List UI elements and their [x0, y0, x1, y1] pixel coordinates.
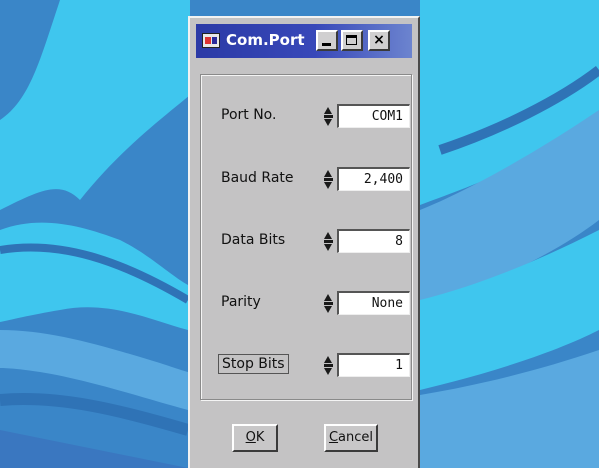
ok-mnemonic: O [245, 430, 256, 445]
port-no-label: Port No. [221, 107, 277, 123]
close-icon: × [373, 32, 385, 48]
port-no-spinner[interactable] [324, 106, 333, 127]
spin-up-icon[interactable] [324, 170, 332, 177]
baud-rate-field[interactable]: 2,400 [337, 167, 410, 191]
spin-up-icon[interactable] [324, 232, 332, 239]
data-bits-label: Data Bits [221, 232, 286, 248]
spin-down-icon[interactable] [324, 368, 332, 375]
spin-down-icon[interactable] [324, 119, 332, 126]
ok-button[interactable]: OK [232, 424, 278, 452]
cancel-label-rest: ancel [338, 430, 374, 445]
window-title: Com.Port [226, 31, 305, 49]
minimize-icon [322, 43, 331, 46]
parity-spinner[interactable] [324, 293, 333, 314]
spin-up-icon[interactable] [324, 356, 332, 363]
spin-up-icon[interactable] [324, 107, 332, 114]
cancel-mnemonic: C [328, 430, 339, 445]
stop-bits-label: Stop Bits [218, 354, 289, 374]
baud-rate-label: Baud Rate [221, 170, 294, 186]
com-port-dialog: Com.Port × Port No. COM1 Baud Rate 2,400… [188, 16, 420, 468]
parity-field[interactable]: None [337, 291, 410, 315]
data-bits-field[interactable]: 8 [337, 229, 410, 253]
spin-up-icon[interactable] [324, 294, 332, 301]
stop-bits-spinner[interactable] [324, 355, 333, 376]
data-bits-spinner[interactable] [324, 231, 333, 252]
title-bar[interactable]: Com.Port × [196, 24, 412, 58]
stop-bits-field[interactable]: 1 [337, 353, 410, 377]
port-no-field[interactable]: COM1 [337, 104, 410, 128]
ok-label-rest: K [255, 430, 265, 445]
parity-label: Parity [221, 294, 261, 310]
maximize-icon [346, 35, 357, 45]
maximize-button[interactable] [341, 30, 363, 51]
minimize-button[interactable] [316, 30, 338, 51]
close-button[interactable]: × [368, 30, 390, 51]
baud-rate-spinner[interactable] [324, 169, 333, 190]
spin-down-icon[interactable] [324, 182, 332, 189]
app-icon[interactable] [202, 33, 220, 48]
cancel-button[interactable]: Cancel [324, 424, 378, 452]
spin-down-icon[interactable] [324, 244, 332, 251]
spin-down-icon[interactable] [324, 306, 332, 313]
settings-group: Port No. COM1 Baud Rate 2,400 Data Bits … [200, 74, 412, 400]
